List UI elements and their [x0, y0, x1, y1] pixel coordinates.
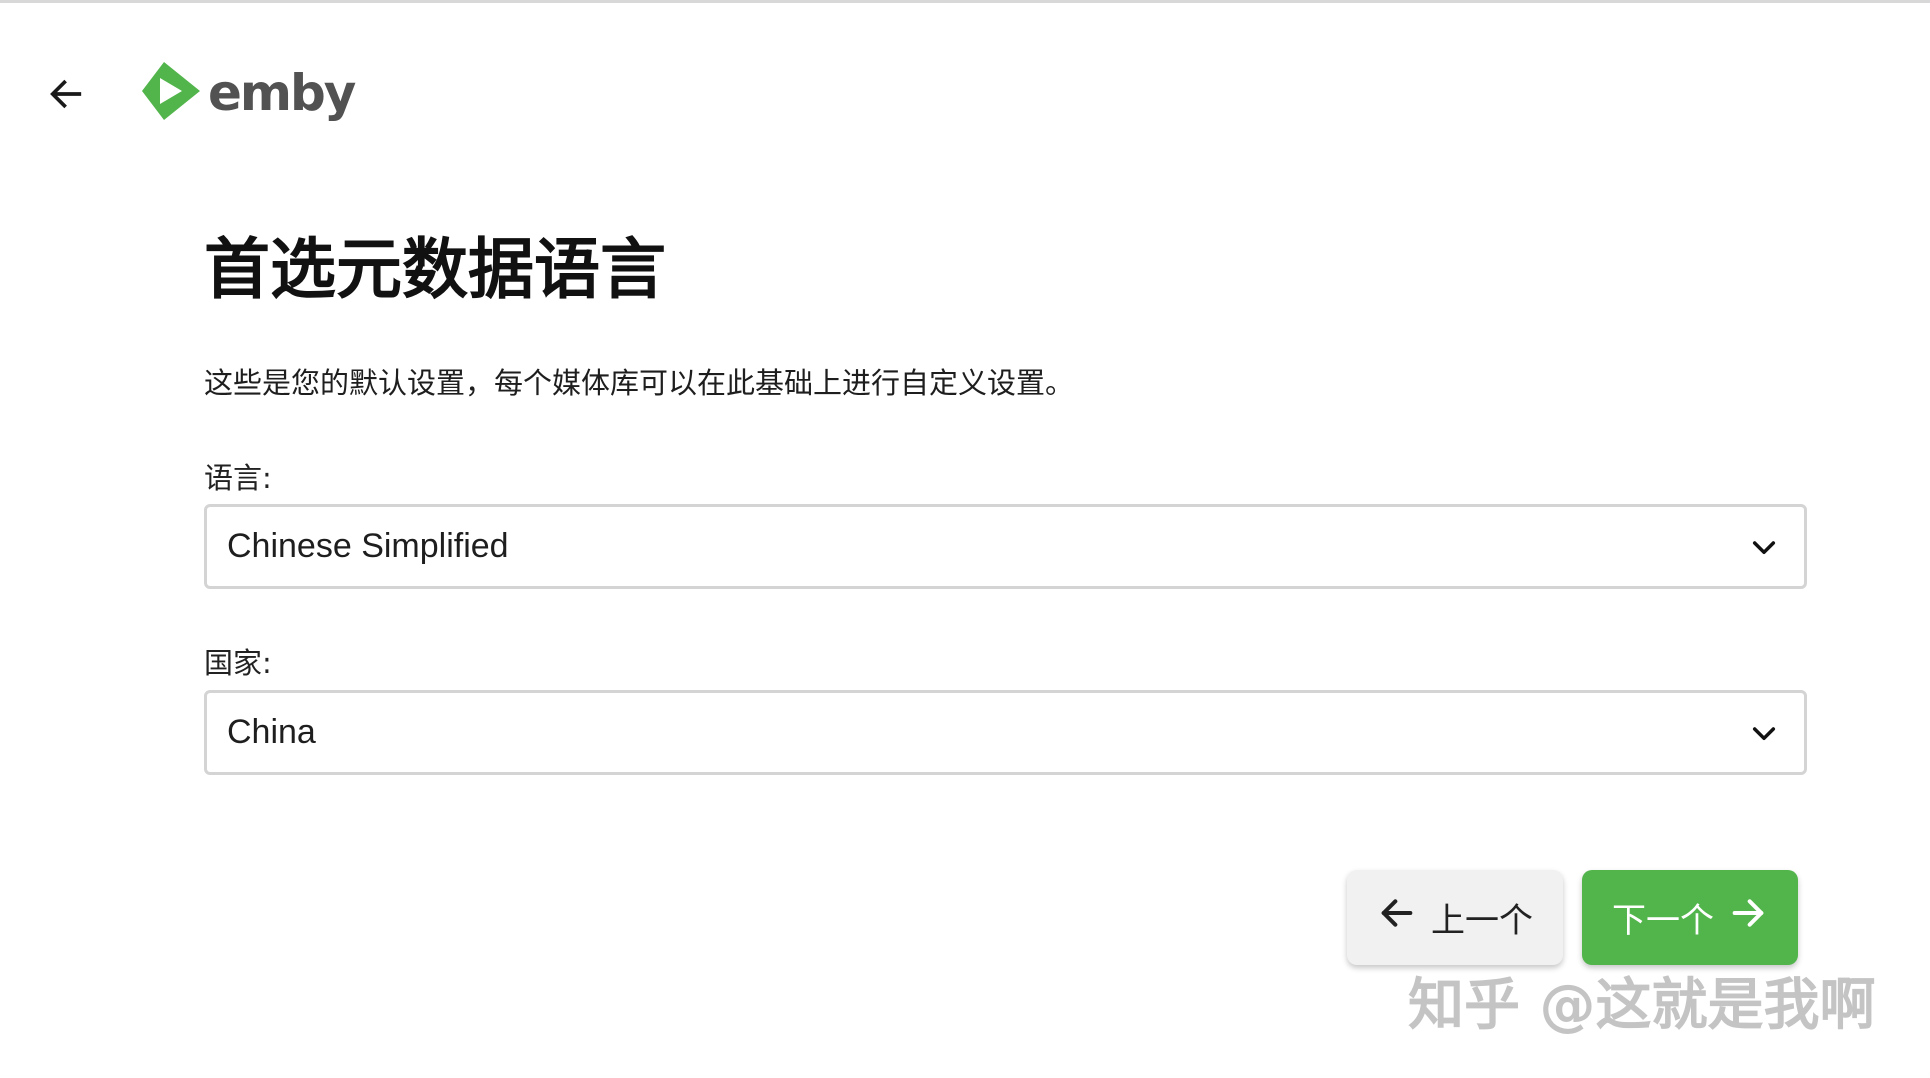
- previous-button[interactable]: 上一个: [1347, 870, 1563, 965]
- logo-text: emby: [208, 64, 356, 122]
- next-button-label: 下一个: [1612, 901, 1714, 941]
- language-select[interactable]: Chinese Simplified: [204, 504, 1807, 589]
- arrow-left-icon: [46, 74, 86, 118]
- main-content: 首选元数据语言 这些是您的默认设置，每个媒体库可以在此基础上进行自定义设置。 语…: [204, 230, 1807, 775]
- page-title: 首选元数据语言: [204, 231, 666, 308]
- top-divider: [0, 0, 1930, 3]
- country-select[interactable]: China: [204, 690, 1807, 775]
- chevron-down-icon: [1748, 717, 1780, 749]
- header: emby: [0, 50, 1930, 130]
- country-select-value: China: [227, 713, 316, 751]
- back-button[interactable]: [38, 68, 94, 124]
- country-label: 国家:: [204, 646, 272, 680]
- chevron-down-icon: [1748, 531, 1780, 563]
- previous-button-label: 上一个: [1431, 901, 1533, 941]
- emby-logo: emby: [140, 60, 356, 126]
- next-button[interactable]: 下一个: [1582, 870, 1798, 965]
- arrow-right-icon: [1728, 893, 1768, 942]
- arrow-left-icon: [1377, 893, 1417, 942]
- language-label: 语言:: [204, 461, 272, 495]
- page-description: 这些是您的默认设置，每个媒体库可以在此基础上进行自定义设置。: [204, 366, 1075, 400]
- watermark: 知乎 @这就是我啊: [1408, 973, 1876, 1038]
- language-select-value: Chinese Simplified: [227, 527, 509, 565]
- emby-logo-icon: [140, 60, 202, 126]
